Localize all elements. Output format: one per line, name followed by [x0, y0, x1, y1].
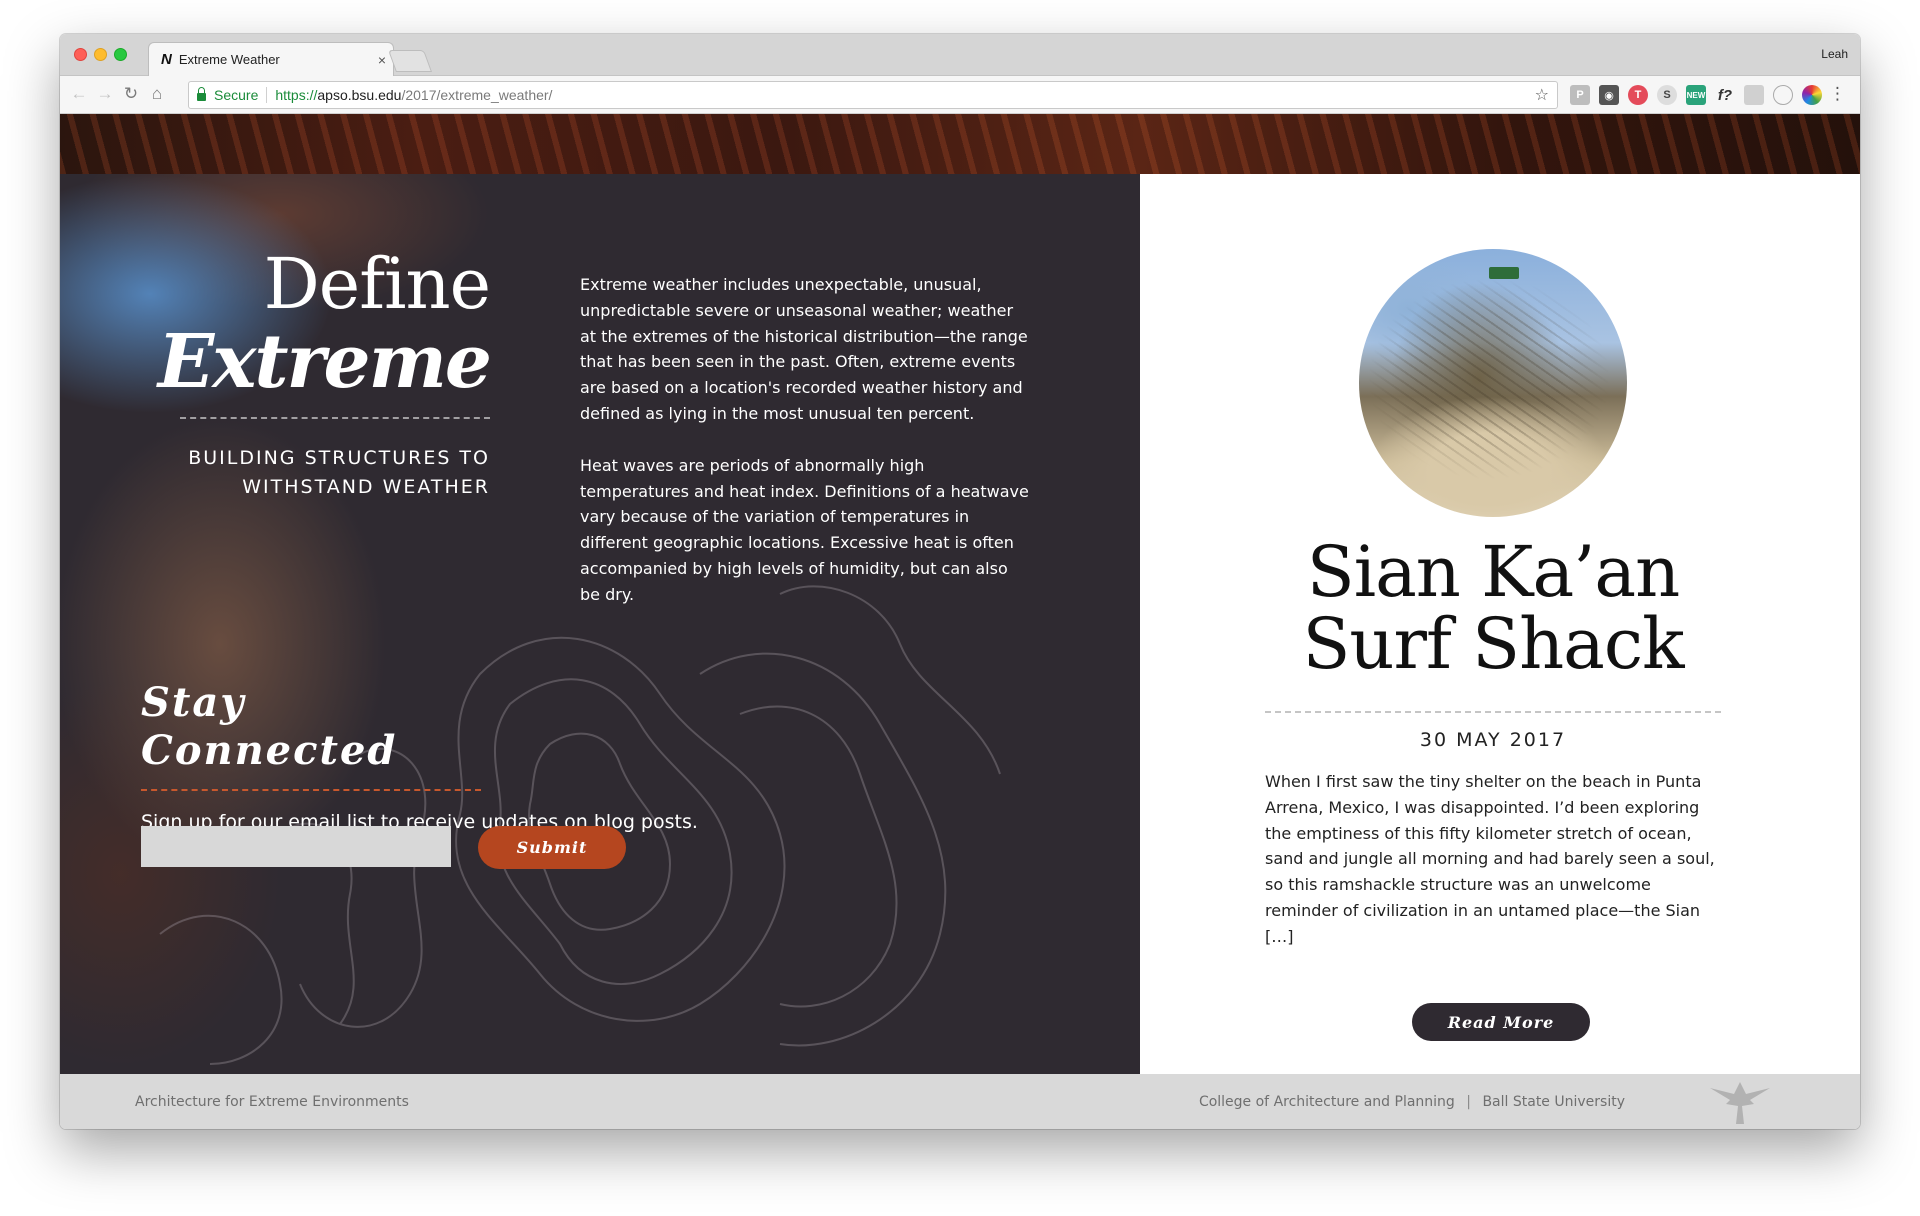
- intro-panel: Define Extreme BUILDING STRUCTURES TO WI…: [60, 174, 1140, 1074]
- url-path: /2017/extreme_weather/: [401, 87, 553, 103]
- minimize-window-button[interactable]: [94, 48, 107, 61]
- pocket-icon[interactable]: P: [1570, 85, 1590, 105]
- color-wheel-icon[interactable]: [1802, 85, 1822, 105]
- footer-site-name[interactable]: Architecture for Extreme Environments: [135, 1094, 409, 1110]
- newsletter-divider: [141, 789, 481, 791]
- footer-links: College of Architecture and Planning | B…: [1199, 1094, 1625, 1110]
- footer-college-link[interactable]: College of Architecture and Planning: [1199, 1094, 1455, 1110]
- new-extension-icon[interactable]: NEW: [1686, 85, 1706, 105]
- page-viewport: Define Extreme BUILDING STRUCTURES TO WI…: [60, 114, 1860, 1129]
- profile-name[interactable]: Leah: [1821, 47, 1848, 61]
- featured-post-panel: Sian Ka’an Surf Shack 30 MAY 2017 When I…: [1140, 174, 1860, 1074]
- footer-separator: |: [1466, 1094, 1471, 1110]
- todoist-icon[interactable]: T: [1628, 85, 1648, 105]
- title-bar: N Extreme Weather × Leah: [60, 34, 1860, 76]
- circle-icon[interactable]: [1773, 85, 1793, 105]
- home-icon[interactable]: ⌂: [146, 84, 168, 104]
- site-favicon-icon: N: [161, 51, 172, 68]
- submit-button[interactable]: Submit: [478, 826, 626, 869]
- new-tab-button[interactable]: [387, 50, 433, 72]
- post-date: 30 MAY 2017: [1419, 729, 1567, 751]
- post-photo-surf-shack[interactable]: [1359, 249, 1627, 517]
- s-extension-icon[interactable]: S: [1657, 85, 1677, 105]
- hero-subtitle: BUILDING STRUCTURES TO WITHSTAND WEATHER: [188, 447, 490, 498]
- newsletter-section: Stay Connected Sign up for our email lis…: [141, 679, 791, 833]
- hero-image-strip: [60, 114, 1860, 174]
- formula-icon[interactable]: f?: [1715, 85, 1735, 105]
- ghostery-icon[interactable]: ◉: [1599, 85, 1619, 105]
- back-arrow-icon[interactable]: ←: [68, 84, 90, 104]
- heading-divider: [180, 417, 490, 419]
- reload-icon[interactable]: ↻: [120, 84, 142, 104]
- browser-menu-icon[interactable]: ⋮: [1829, 84, 1846, 104]
- close-window-button[interactable]: [74, 48, 87, 61]
- university-logo-icon: [1710, 1082, 1770, 1124]
- email-input[interactable]: [141, 826, 451, 867]
- browser-toolbar: ← → ↻ ⌂ Secure https:// apso.bsu.edu /20…: [60, 76, 1860, 114]
- extensions-bar: P ◉ T S NEW f?: [1570, 85, 1822, 105]
- footer-university-link[interactable]: Ball State University: [1482, 1094, 1625, 1110]
- extreme-title: Extreme: [157, 319, 492, 405]
- post-divider: [1265, 711, 1721, 713]
- define-extreme-heading: Define Extreme BUILDING STRUCTURES TO WI…: [120, 243, 492, 502]
- bookmark-star-icon[interactable]: ☆: [1535, 85, 1549, 105]
- url-host: apso.bsu.edu: [317, 87, 402, 103]
- newsletter-title: Stay Connected: [141, 679, 398, 774]
- flag-shape: [1489, 267, 1519, 279]
- page-footer: Architecture for Extreme Environments Co…: [60, 1074, 1860, 1129]
- url-scheme: https://: [275, 87, 318, 103]
- zoom-window-button[interactable]: [114, 48, 127, 61]
- address-bar[interactable]: Secure https:// apso.bsu.edu /2017/extre…: [188, 81, 1558, 109]
- tab-title: Extreme Weather: [178, 52, 280, 67]
- intro-paragraph: Extreme weather includes unexpectable, u…: [580, 275, 1028, 423]
- intro-text: Extreme weather includes unexpectable, u…: [580, 272, 1030, 608]
- define-title: Define: [263, 243, 491, 325]
- post-title[interactable]: Sian Ka’an Surf Shack: [1260, 536, 1726, 680]
- browser-window: N Extreme Weather × Leah ← → ↻ ⌂ Secure …: [60, 34, 1860, 1129]
- lock-icon: [197, 87, 206, 101]
- forward-arrow-icon[interactable]: →: [94, 84, 116, 104]
- tab-extreme-weather[interactable]: N Extreme Weather ×: [148, 42, 394, 76]
- post-excerpt: When I first saw the tiny shelter on the…: [1265, 772, 1715, 946]
- read-more-button[interactable]: Read More: [1412, 1003, 1590, 1041]
- intro-paragraph: Heat waves are periods of abnormally hig…: [580, 455, 1029, 604]
- secure-label: Secure: [214, 87, 259, 103]
- reader-icon[interactable]: [1744, 85, 1764, 105]
- address-separator: [266, 87, 268, 103]
